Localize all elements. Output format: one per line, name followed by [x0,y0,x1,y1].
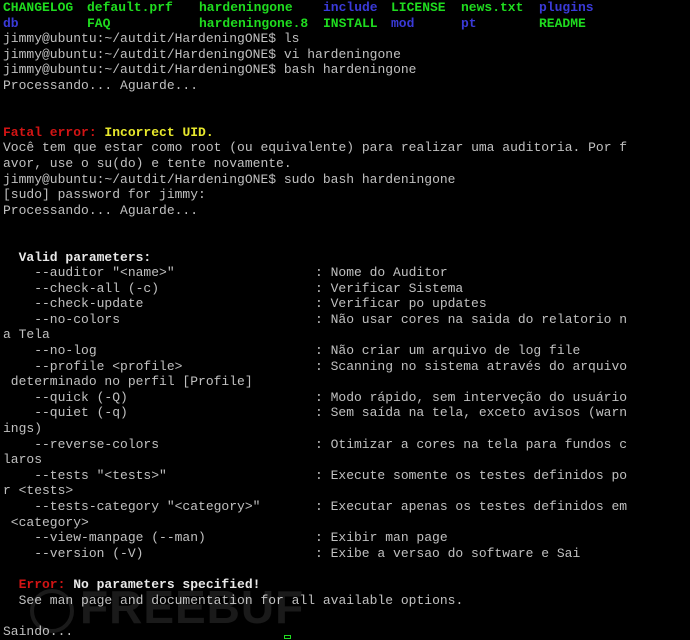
parameter-row: --no-colors : Não usar cores na saida do … [3,312,689,328]
ls-entry: db [3,15,19,31]
ls-entry: hardeningone.8 [199,15,309,31]
parameter-description-wrap: determinado no perfil [Profile] [3,374,253,390]
fatal-error-line: Fatal error: Incorrect UID. [3,125,689,141]
ls-entry: news.txt [461,0,524,15]
ls-entry: pt [461,15,477,31]
command-line: jimmy@ubuntu:~/autdit/HardeningONE$ vi h… [3,46,401,62]
parameter-description: : Não criar um arquivo de log file [315,343,581,359]
parameter-description: : Executar apenas os testes definidos em [315,499,628,514]
command-line: jimmy@ubuntu:~/autdit/HardeningONE$ sudo… [3,171,456,187]
watermark-text: FREEBUF [80,581,305,633]
ls-entry: INSTALL [323,15,378,31]
parameters-list: --auditor "<name>" : Nome do Auditor --ch… [3,265,689,561]
watermark: FREEBUF [30,580,304,634]
parameter-description-wrap: ings) [3,421,43,437]
ls-entry: plugins [539,0,594,15]
ls-entry: hardeningone [199,0,293,15]
ls-output-row-2: db FAQ hardeningone.8 INSTALL mod pt README [3,16,689,32]
command-line: jimmy@ubuntu:~/autdit/HardeningONE$ ls [3,31,300,47]
parameter-description: : Verificar po updates [315,296,487,312]
parameter-option: --check-all (-c) [3,280,160,296]
parameter-option: --auditor "<name>" [3,265,175,281]
parameter-option: --check-update [3,296,144,312]
output-line: avor, use o su(do) e tente novamente. [3,155,292,171]
parameter-option: --no-colors [3,311,121,327]
ls-entry: CHANGELOG [3,0,74,15]
parameter-description: : Não usar cores na saida do relatorio n [315,311,628,327]
parameter-row: --profile <profile> : Scanning no sistema… [3,359,689,375]
parameter-description-wrap: a Tela [3,327,50,343]
parameter-option: --no-log [3,343,97,359]
fatal-error-message: Incorrect UID. [96,124,214,140]
parameter-description: : Sem saída na tela, exceto avisos (warn [315,405,628,421]
parameter-description: : Nome do Auditor [315,265,448,281]
command-line: jimmy@ubuntu:~/autdit/HardeningONE$ bash… [3,62,417,78]
ls-output-row-1: CHANGELOG default.prf hardeningone include L… [3,0,689,16]
ls-entry: LICENSE [391,0,446,15]
parameter-row: --quiet (-q) : Sem saída na tela, exceto … [3,405,689,421]
parameter-row: --view-manpage (--man) : Exibir man page [3,530,689,546]
status-line: Processando... Aguarde... [3,202,199,218]
parameter-description-wrap: r <tests> [3,483,74,499]
output-line: Você tem que estar como root (ou equival… [3,140,628,156]
parameter-description: : Scanning no sistema através do arquivo [315,358,628,374]
parameter-description: : Verificar Sistema [315,280,464,296]
parameter-row: --version (-V) : Exibe a versao do softwa… [3,546,689,562]
cursor-block-icon [284,635,291,639]
valid-parameters-heading: Valid parameters: [3,249,152,265]
fatal-error-label: Fatal error: [3,124,97,140]
parameter-option: --view-manpage (--man) [3,530,206,546]
parameter-row: --check-all (-c) : Verificar Sistema [3,281,689,297]
parameter-row: --quick (-Q) : Modo rápido, sem interveçã… [3,390,689,406]
ls-entry: mod [391,15,415,31]
parameter-description: : Exibir man page [315,530,448,546]
parameter-option: --reverse-colors [3,436,160,452]
parameter-option: --quiet (-q) [3,405,128,421]
parameter-row: --auditor "<name>" : Nome do Auditor [3,265,689,281]
parameter-description-wrap: <category> [3,514,89,530]
parameter-row: --tests-category "<category>" : Executar … [3,499,689,515]
parameter-option: --version (-V) [3,545,144,561]
parameter-option: --tests "<tests>" [3,467,167,483]
ls-entry: default.prf [87,0,173,15]
parameter-row: --check-update : Verificar po updates [3,296,689,312]
parameter-row: --tests "<tests>" : Execute somente os te… [3,468,689,484]
ls-entry: FAQ [87,15,111,31]
parameter-description: : Modo rápido, sem interveção do usuário [315,389,628,405]
ls-entry: include [323,0,378,15]
sudo-password-prompt: [sudo] password for jimmy: [3,187,206,203]
parameter-description: : Otimizar a cores na tela para fundos c [315,436,628,452]
ls-entry: README [539,15,586,31]
terminal-output[interactable]: CHANGELOG default.prf hardeningone include L… [3,0,689,639]
parameter-option: --profile <profile> [3,358,183,374]
parameter-description-wrap: laros [3,452,43,468]
status-line: Processando... Aguarde... [3,77,199,93]
parameter-description: : Execute somente os testes definidos po [315,467,628,483]
parameter-row: --reverse-colors : Otimizar a cores na te… [3,437,689,453]
parameter-option: --tests-category "<category>" [3,499,261,514]
freebuf-logo-icon [30,588,74,633]
parameter-description: : Exibe a versao do software e Sai [315,545,581,561]
parameter-option: --quick (-Q) [3,389,128,405]
parameter-row: --no-log : Não criar um arquivo de log fi… [3,343,689,359]
